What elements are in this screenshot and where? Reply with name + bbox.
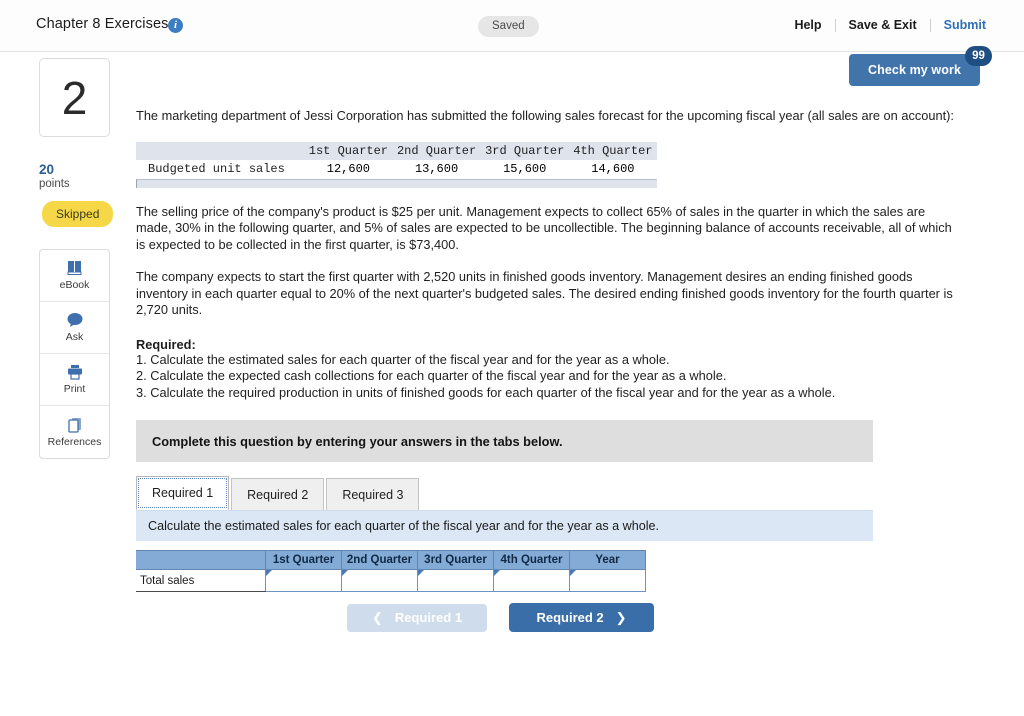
points-value: 20 [39,162,55,177]
printer-icon [66,364,84,380]
check-my-work-button[interactable]: Check my work [848,54,980,86]
complete-question-bar: Complete this question by entering your … [136,420,873,462]
required-item-3: 3. Calculate the required production in … [136,384,836,400]
check-my-work-badge: 99 [965,46,992,66]
table-header-row: 1st Quarter 2nd Quarter 3rd Quarter 4th … [136,141,657,160]
ebook-button[interactable]: eBook [40,250,109,302]
answer-input-q1[interactable] [265,569,342,592]
forecast-value-q3: 15,600 [503,161,547,176]
answer-input-q4[interactable] [493,569,570,592]
info-icon[interactable]: i [168,18,183,33]
book-icon [66,260,83,276]
complete-question-text: Complete this question by entering your … [152,433,563,449]
required-heading: Required: [136,336,196,352]
intro-paragraph: The marketing department of Jessi Corpor… [136,108,954,123]
forecast-table-scroll-strip[interactable] [136,178,657,188]
next-required-button[interactable]: Required 2 ❯ [509,603,654,632]
answer-col-q3: 3rd Quarter [417,550,494,570]
forecast-value-q2: 13,600 [414,161,459,176]
tab-instruction-bar: Calculate the estimated sales for each q… [136,510,873,541]
points-label: points [39,178,70,190]
tab-required-1-label: Required 1 [152,486,214,500]
forecast-col-q1: 1st Quarter [304,141,393,160]
ask-label: Ask [65,331,84,343]
tab-required-3[interactable]: Required 3 [326,478,420,510]
answer-col-q2: 2nd Quarter [341,550,418,570]
next-required-label: Required 2 [536,610,604,625]
paragraph-inventory: The company expects to start the first q… [136,269,953,317]
question-number: 2 [61,71,88,124]
references-label: References [47,435,102,448]
save-and-exit-link[interactable]: Save & Exit [836,18,930,32]
references-button[interactable]: References [40,406,109,458]
forecast-corner-header [136,141,305,160]
ebook-label: eBook [59,279,90,291]
required-item-1: 1. Calculate the estimated sales for eac… [136,351,670,367]
chevron-right-icon: ❯ [615,609,627,625]
tab-navigation: ❮ Required 1 Required 2 ❯ [136,603,996,632]
ask-button[interactable]: Ask [40,302,109,354]
paragraph-selling-price: The selling price of the company's produ… [136,203,952,252]
print-button[interactable]: Print [40,354,109,406]
required-item-2: 2. Calculate the expected cash collectio… [136,368,727,383]
question-number-box: 2 [39,58,110,137]
answer-col-q4: 4th Quarter [493,550,570,570]
answer-header-row: 1st Quarter 2nd Quarter 3rd Quarter 4th … [136,550,646,570]
tab-required-1[interactable]: Required 1 [136,476,230,510]
answer-input-q3[interactable] [417,569,494,592]
copy-pages-icon [66,417,84,433]
chat-bubble-icon [66,312,84,328]
exercise-page: Chapter 8 Exercises i Saved Help Save & … [0,0,1024,716]
answer-col-q1: 1st Quarter [265,550,342,570]
top-links: Help Save & Exit Submit [781,18,986,32]
previous-required-label: Required 1 [394,610,463,625]
answer-input-year[interactable] [569,569,646,592]
requirement-tabs: Required 1 Required 2 Required 3 [136,476,996,510]
forecast-row-label: Budgeted unit sales [148,161,285,176]
forecast-col-q3: 3rd Quarter [480,141,569,160]
forecast-col-q4: 4th Quarter [568,141,657,160]
answer-row-label: Total sales [136,569,266,592]
tab-instruction-text: Calculate the estimated sales for each q… [148,519,660,533]
previous-required-button[interactable]: ❮ Required 1 [347,603,487,632]
forecast-value-q4: 14,600 [591,161,635,176]
forecast-value-q1: 12,600 [326,161,370,176]
answer-table: 1st Quarter 2nd Quarter 3rd Quarter 4th … [136,550,646,592]
answer-col-year: Year [569,550,646,570]
tab-required-2-label: Required 2 [247,487,309,502]
tab-required-2[interactable]: Required 2 [231,478,325,510]
status-badge: Saved [478,16,539,37]
chevron-left-icon: ❮ [371,609,383,625]
help-link[interactable]: Help [781,18,834,32]
top-bar: Chapter 8 Exercises i Saved Help Save & … [0,0,1024,52]
submit-link[interactable]: Submit [931,18,986,32]
table-row: Budgeted unit sales 12,600 13,600 15,600… [136,160,657,178]
table-row: Total sales [136,569,646,592]
tab-required-3-label: Required 3 [342,487,404,502]
page-title: Chapter 8 Exercises [36,16,169,32]
question-content: The marketing department of Jessi Corpor… [136,108,996,632]
forecast-col-q2: 2nd Quarter [392,141,481,160]
answer-corner-header [136,550,266,570]
print-label: Print [63,383,86,395]
skipped-badge: Skipped [42,201,114,227]
answer-table-wrapper: 1st Quarter 2nd Quarter 3rd Quarter 4th … [136,550,646,592]
answer-input-q2[interactable] [341,569,418,592]
forecast-table: 1st Quarter 2nd Quarter 3rd Quarter 4th … [136,141,657,178]
tool-rail: eBook Ask Print References [39,249,110,459]
